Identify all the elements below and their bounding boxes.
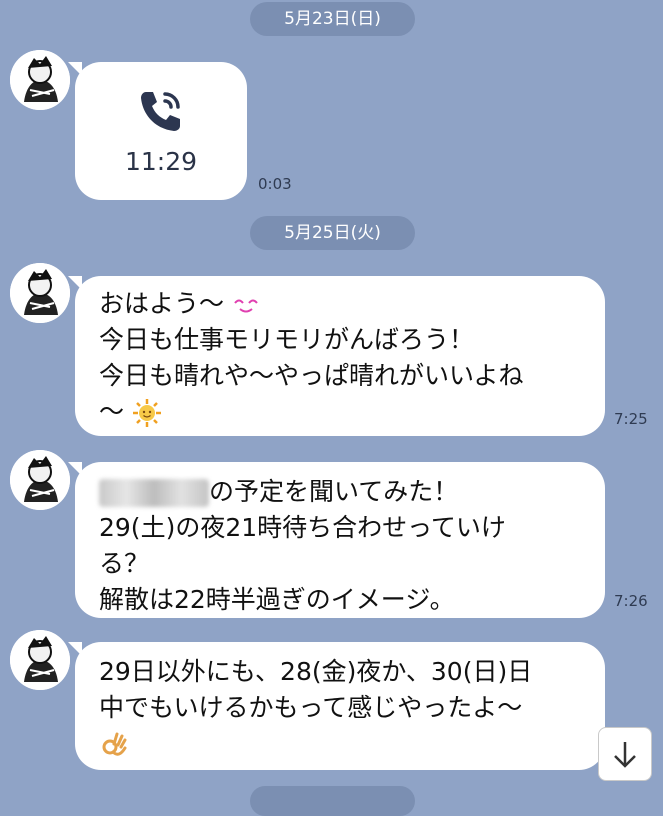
message-time: 7:25 <box>614 410 648 428</box>
avatar-image <box>10 263 70 323</box>
avatar-image <box>10 630 70 690</box>
message-bubble[interactable]: おはよう〜 今日も仕事モリモリがんばろう！ 今日も晴れや〜やっぱ晴れがいいよね … <box>75 276 605 436</box>
call-message-bubble[interactable]: 11:29 <box>75 62 247 200</box>
call-duration: 0:03 <box>258 175 292 193</box>
message-text-line: の予定を聞いてみた！ <box>209 477 459 506</box>
scroll-to-bottom-button[interactable] <box>598 727 652 781</box>
sun-emoji-icon <box>132 399 161 427</box>
phone-icon <box>141 92 180 131</box>
date-label: 5月23日(日) <box>284 9 381 29</box>
message-text-line: 中でもいけるかもって感じやったよ〜 <box>99 693 523 722</box>
date-separator: 5月23日(日) <box>250 2 415 36</box>
avatar[interactable] <box>10 263 70 323</box>
avatar[interactable] <box>10 630 70 690</box>
message-time: 7:26 <box>614 592 648 610</box>
message-bubble[interactable]: 29日以外にも、28(金)夜か、30(日)日 中でもいけるかもって感じやったよ〜 <box>75 642 605 770</box>
ok-hand-emoji-icon <box>102 732 127 756</box>
message-text-line: おはよう〜 <box>99 289 225 318</box>
blurred-name <box>99 479 209 507</box>
avatar-image <box>10 50 70 110</box>
message-text-line: 解散は22時半過ぎのイメージ。 <box>99 585 455 614</box>
avatar[interactable] <box>10 450 70 510</box>
message-text-line: 〜 <box>99 397 125 426</box>
message-text-line: 今日も晴れや〜やっぱ晴れがいいよね <box>99 361 524 390</box>
avatar-image <box>10 450 70 510</box>
date-separator <box>250 786 415 816</box>
message-text-line: 今日も仕事モリモリがんばろう！ <box>99 325 475 354</box>
smile-emoji-icon <box>234 299 258 313</box>
avatar[interactable] <box>10 50 70 110</box>
arrow-down-icon <box>614 742 636 768</box>
call-time: 11:29 <box>124 147 198 176</box>
date-label: 5月25日(火) <box>284 223 381 243</box>
message-text-line: る？ <box>99 549 150 578</box>
message-text-line: 29(土)の夜21時待ち合わせっていけ <box>99 513 506 542</box>
message-bubble[interactable]: の予定を聞いてみた！ 29(土)の夜21時待ち合わせっていけ る？ 解散は22時… <box>75 462 605 618</box>
date-separator: 5月25日(火) <box>250 216 415 250</box>
message-text-line: 29日以外にも、28(金)夜か、30(日)日 <box>99 657 533 686</box>
